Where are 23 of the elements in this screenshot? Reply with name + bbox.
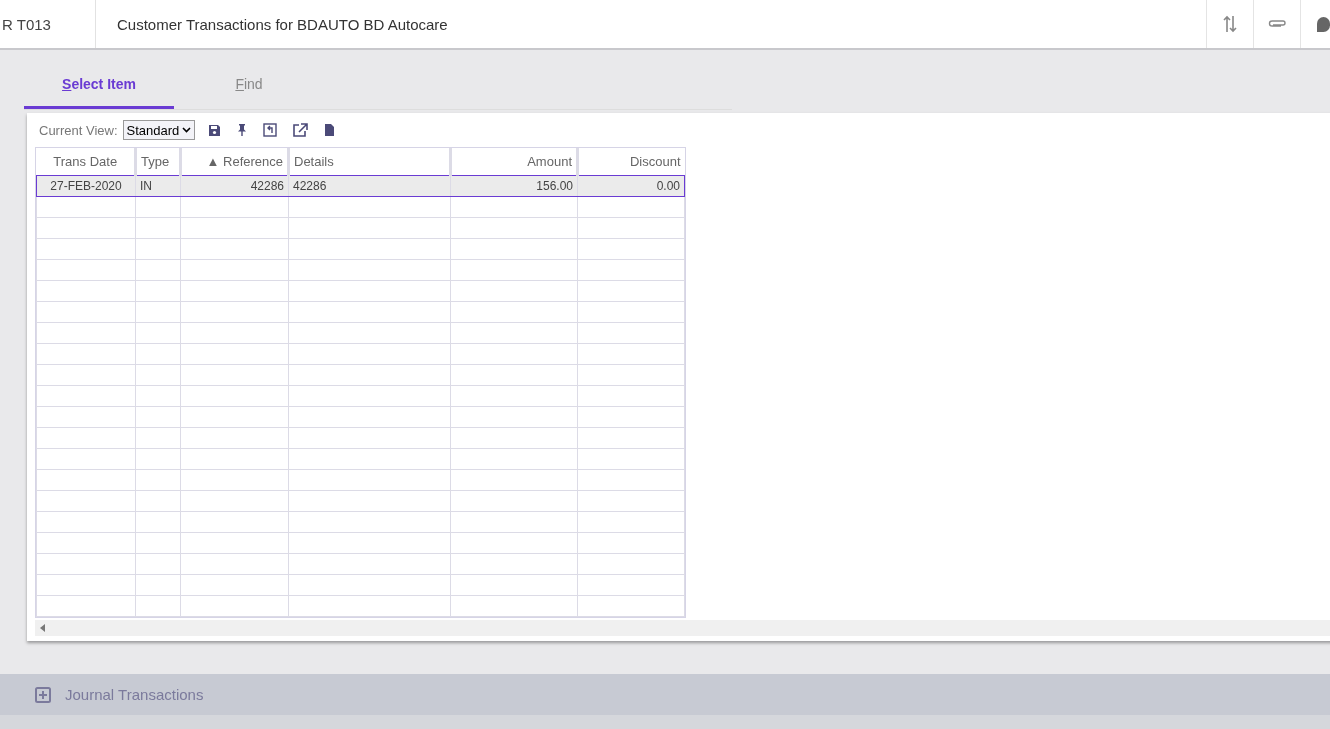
table-cell: 0.00	[577, 175, 685, 196]
clipped-icon[interactable]	[1317, 16, 1330, 32]
table-cell: 42286	[180, 175, 289, 196]
view-label: Current View:	[39, 122, 118, 138]
pin-icon[interactable]	[237, 123, 248, 137]
table-cell: 156.00	[450, 175, 578, 196]
document-icon[interactable]	[324, 123, 336, 137]
table-cell: 27-FEB-2020	[36, 175, 136, 196]
view-dropdown[interactable]: Standard	[122, 120, 196, 140]
save-icon[interactable]	[208, 123, 222, 137]
chevron-down-icon[interactable]	[182, 127, 192, 133]
external-link-icon[interactable]	[293, 123, 309, 137]
table-cell: IN	[135, 175, 181, 196]
section-title: Journal Transactions	[65, 686, 204, 703]
tab[interactable]: Select Item	[24, 62, 174, 109]
table-row[interactable]: 27-FEB-2020 IN 42286 42286 156.00 0.00	[36, 175, 685, 196]
column-header[interactable]: Discount	[577, 148, 685, 175]
restore-icon[interactable]	[263, 123, 278, 137]
expand-icon[interactable]	[35, 686, 51, 703]
window-title: Customer Transactions for BDAUTO BD Autocare	[116, 15, 449, 33]
table-cell: 42286	[288, 175, 451, 196]
scroll-left-icon[interactable]	[40, 623, 45, 632]
screen-code: R T013	[0, 0, 96, 48]
